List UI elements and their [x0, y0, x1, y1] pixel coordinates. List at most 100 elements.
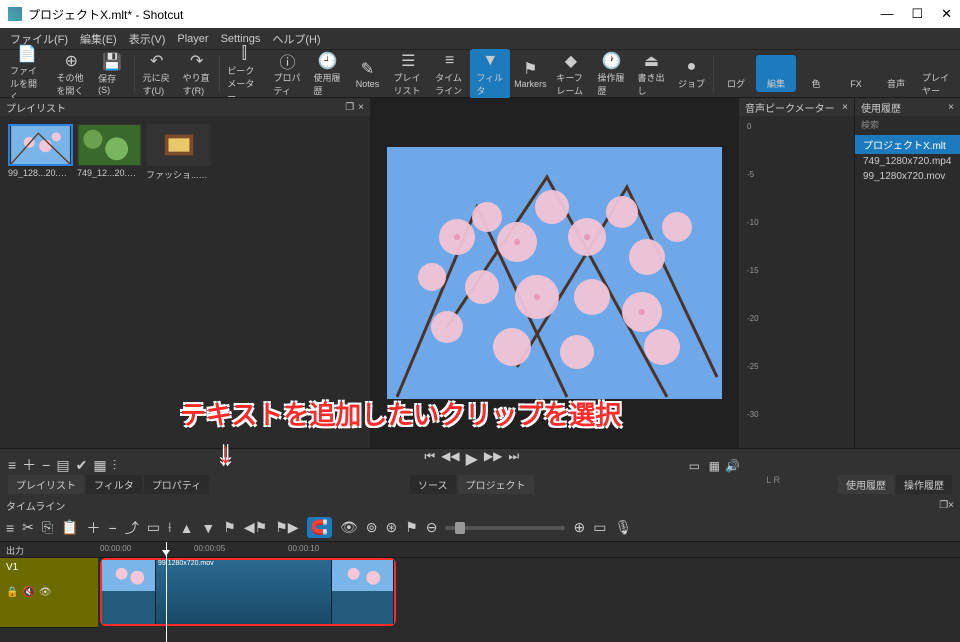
tab-recent[interactable]: 使用履歴	[838, 475, 894, 494]
skip-start-icon[interactable]: ⏮	[424, 449, 435, 469]
record-icon[interactable]: 🎙	[614, 519, 632, 536]
peakmeter-button[interactable]: ⫿ピークメーター	[221, 42, 267, 105]
play-icon[interactable]: ▶	[466, 449, 478, 469]
up-icon[interactable]: ▲	[180, 520, 194, 536]
video-preview[interactable]	[387, 147, 722, 399]
timeline-tracks[interactable]: 00:00:00 00:00:05 00:00:10 99 1280x720.m…	[98, 542, 960, 642]
cut-icon[interactable]: ✂	[22, 519, 34, 536]
grid-icon[interactable]: ▦	[93, 457, 106, 474]
panel-float-icon[interactable]: ❐	[345, 102, 354, 113]
history-item[interactable]: プロジェクトX.mlt	[855, 135, 960, 154]
recent-button[interactable]: 🕘使用履歴	[308, 49, 348, 99]
export-button[interactable]: ⏏書き出し	[631, 49, 671, 99]
video-clip[interactable]: 99 1280x720.mov	[100, 558, 396, 626]
remove-icon[interactable]: −	[42, 457, 50, 473]
remove-icon[interactable]: −	[109, 520, 117, 536]
menu-help[interactable]: ヘルプ(H)	[266, 29, 326, 49]
more-icon[interactable]: ⫶	[113, 457, 117, 474]
check-icon[interactable]: ✔	[76, 457, 88, 474]
zoom-out-icon[interactable]: ⊖	[426, 519, 438, 536]
paste-icon[interactable]: 📋	[61, 519, 78, 536]
separator	[219, 56, 220, 92]
overwrite-icon[interactable]: ▭	[147, 519, 160, 536]
menu-view[interactable]: 表示(V)	[123, 29, 172, 49]
color-button[interactable]: 色	[796, 55, 836, 92]
audio-button[interactable]: 音声	[876, 55, 916, 92]
prev-marker-icon[interactable]: ◀⚑	[244, 519, 267, 536]
jobs-button[interactable]: ●ジョブ	[671, 55, 711, 92]
output-track-head[interactable]: 出力	[0, 542, 98, 558]
menu-icon[interactable]: ≡	[8, 457, 16, 473]
panel-float-icon[interactable]: ❐	[939, 500, 948, 511]
redo-button[interactable]: ↷やり直す(R)	[177, 49, 217, 99]
keyframes-button[interactable]: ◆キーフレーム	[550, 49, 591, 99]
zoom-slider[interactable]	[445, 526, 565, 530]
zoom-fit-icon[interactable]: ▭	[689, 459, 700, 473]
menu-icon[interactable]: ≡	[6, 520, 14, 536]
markers-button[interactable]: ⚑Markers	[510, 57, 550, 91]
add-icon[interactable]: ＋	[87, 518, 101, 538]
tab-properties[interactable]: プロパティ	[144, 475, 209, 494]
close-button[interactable]: ✕	[941, 6, 952, 22]
history-item[interactable]: 749_1280x720.mp4	[855, 154, 960, 169]
prev-frame-icon[interactable]: ◀◀	[441, 449, 459, 469]
tab-playlist[interactable]: プレイリスト	[8, 475, 84, 494]
editing-button[interactable]: 編集	[756, 55, 796, 92]
filters-button[interactable]: ▼フィルタ	[470, 49, 510, 99]
next-marker-icon[interactable]: ⚑▶	[275, 519, 298, 536]
next-frame-icon[interactable]: ▶▶	[484, 449, 502, 469]
player-button[interactable]: プレイヤー	[916, 49, 956, 99]
tab-filters[interactable]: フィルタ	[86, 475, 142, 494]
time-ruler[interactable]: 00:00:00 00:00:05 00:00:10	[98, 542, 960, 558]
volume-icon[interactable]: 🔊	[725, 459, 740, 473]
playhead[interactable]	[166, 542, 167, 642]
menu-edit[interactable]: 編集(E)	[74, 29, 123, 49]
grid-icon[interactable]: ▦	[709, 459, 720, 473]
scrub-icon[interactable]: 👁	[340, 519, 358, 536]
panel-close-icon[interactable]: ×	[948, 500, 954, 511]
mute-icon[interactable]: 🔇	[22, 587, 34, 598]
panel-close-icon[interactable]: ×	[358, 102, 364, 113]
tab-source[interactable]: ソース	[410, 475, 456, 494]
zoom-in-icon[interactable]: ⊕	[573, 519, 585, 536]
ripple-all-icon[interactable]: ⊛	[385, 519, 397, 536]
ripple-markers-icon[interactable]: ⚑	[405, 519, 418, 536]
history-button[interactable]: 🕐操作履歴	[591, 49, 631, 99]
notes-button[interactable]: ✎Notes	[348, 57, 388, 91]
timeline-button[interactable]: ≡タイムライン	[429, 49, 470, 99]
panel-close-icon[interactable]: ×	[842, 102, 848, 113]
playlist-item[interactable]: 99_128...20.mov	[8, 124, 73, 181]
tab-project[interactable]: プロジェクト	[458, 475, 534, 494]
undo-button[interactable]: ↶元に戻す(U)	[137, 49, 177, 99]
lock-icon[interactable]: 🔒	[6, 587, 18, 598]
playlist-item[interactable]: 749_12...20.mp4	[77, 124, 142, 181]
log-button[interactable]: ログ	[716, 55, 756, 92]
save-button[interactable]: 💾保存(S)	[92, 50, 132, 97]
lr-label: L R	[766, 475, 780, 485]
maximize-button[interactable]: ☐	[911, 6, 923, 22]
playlist-item[interactable]: ファッショ...を.mp3	[146, 124, 211, 181]
marker-icon[interactable]: ⚑	[223, 519, 236, 536]
add-icon[interactable]: ＋	[22, 455, 36, 475]
minimize-button[interactable]: —	[880, 6, 893, 22]
down-icon[interactable]: ▼	[201, 520, 215, 536]
playlist-button[interactable]: ☰プレイリスト	[388, 49, 430, 99]
panel-close-icon[interactable]: ×	[948, 102, 954, 113]
ripple-icon[interactable]: ⊚	[366, 519, 378, 536]
zoom-fit-icon[interactable]: ▭	[593, 519, 606, 536]
lift-icon[interactable]: ⤴	[125, 518, 139, 538]
properties-button[interactable]: ⓘプロパティ	[268, 49, 308, 99]
hide-icon[interactable]: 👁	[39, 587, 52, 598]
tab-history[interactable]: 操作履歴	[896, 475, 952, 494]
copy-icon[interactable]: ⎘	[42, 519, 53, 536]
history-item[interactable]: 99_1280x720.mov	[855, 169, 960, 184]
v1-track-head[interactable]: V1 🔒 🔇 👁	[0, 558, 98, 628]
menu-player[interactable]: Player	[171, 31, 214, 47]
list-icon[interactable]: ▤	[56, 457, 69, 474]
open-file-button[interactable]: 📄ファイルを開く	[4, 42, 51, 105]
snap-icon[interactable]: 🧲	[307, 517, 332, 538]
split-icon[interactable]: ⟊	[168, 519, 172, 536]
open-other-button[interactable]: ⊕その他を開く	[51, 49, 93, 99]
fx-button[interactable]: FX	[836, 57, 876, 91]
skip-end-icon[interactable]: ⏭	[508, 449, 519, 469]
